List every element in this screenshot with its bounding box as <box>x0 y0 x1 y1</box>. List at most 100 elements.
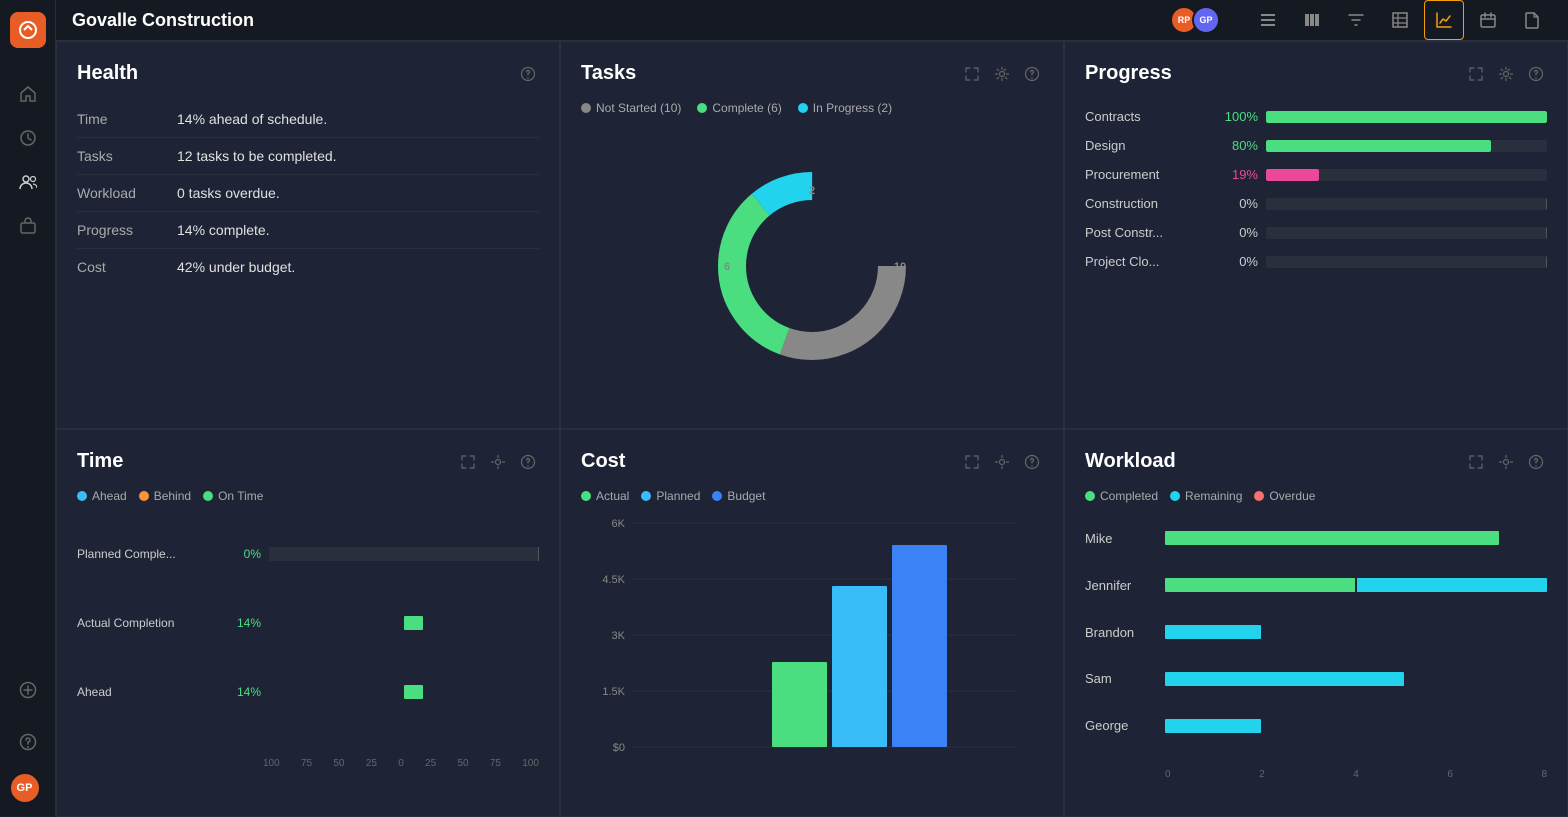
page-title: Govalle Construction <box>72 10 1164 31</box>
svg-text:10: 10 <box>894 261 906 273</box>
svg-text:1.5K: 1.5K <box>602 686 625 698</box>
legend-not-started: Not Started (10) <box>581 101 681 115</box>
health-header: Health <box>77 62 539 85</box>
legend-complete: Complete (6) <box>697 101 781 115</box>
time-chart: Planned Comple... 0% Actual Completion 1… <box>77 519 539 796</box>
workload-legend: Completed Remaining Overdue <box>1085 489 1547 503</box>
progress-rows: Contracts 100% Design 80% Procurement 19… <box>1085 101 1547 283</box>
avatar-gp[interactable]: GP <box>1192 6 1220 34</box>
sidebar-item-help[interactable] <box>10 724 46 760</box>
cost-chart: 6K 4.5K 3K 1.5K $0 <box>581 511 1043 796</box>
document-icon[interactable] <box>1512 0 1552 40</box>
sidebar-item-briefcase[interactable] <box>10 208 46 244</box>
toolbar <box>1248 0 1552 40</box>
cost-legend-planned: Planned <box>641 489 700 503</box>
tasks-donut-chart: 2 6 10 <box>581 123 1043 408</box>
sidebar-item-people[interactable] <box>10 164 46 200</box>
tasks-settings-icon[interactable] <box>991 63 1013 85</box>
progress-expand-icon[interactable] <box>1465 63 1487 85</box>
progress-panel: Progress Contracts 100% <box>1064 41 1568 429</box>
sidebar-item-history[interactable] <box>10 120 46 156</box>
health-row-progress: Progress 14% complete. <box>77 212 539 249</box>
svg-text:6: 6 <box>724 261 730 273</box>
time-settings-icon[interactable] <box>487 451 509 473</box>
workload-panel: Workload Completed <box>1064 429 1568 817</box>
sidebar: GP <box>0 0 56 816</box>
cost-settings-icon[interactable] <box>991 451 1013 473</box>
workload-expand-icon[interactable] <box>1465 451 1487 473</box>
time-row-actual: Actual Completion 14% <box>77 616 539 630</box>
time-legend: Ahead Behind On Time <box>77 489 539 503</box>
tasks-title: Tasks <box>581 62 636 85</box>
filter-icon[interactable] <box>1336 0 1376 40</box>
main-content: Govalle Construction RP GP <box>56 0 1568 816</box>
workload-legend-overdue: Overdue <box>1254 489 1315 503</box>
progress-post-constr: Post Constr... 0% <box>1085 225 1547 240</box>
tasks-help-icon[interactable] <box>1021 63 1043 85</box>
workload-legend-remaining: Remaining <box>1170 489 1242 503</box>
progress-settings-icon[interactable] <box>1495 63 1517 85</box>
time-help-icon[interactable] <box>517 451 539 473</box>
cost-legend-actual: Actual <box>581 489 629 503</box>
workload-help-icon[interactable] <box>1525 451 1547 473</box>
dashboard-icon[interactable] <box>1424 0 1464 40</box>
time-header: Time <box>77 450 539 473</box>
svg-text:3K: 3K <box>612 630 626 642</box>
cost-help-icon[interactable] <box>1021 451 1043 473</box>
legend-in-progress: In Progress (2) <box>798 101 892 115</box>
workload-mike: Mike <box>1085 531 1547 546</box>
cost-header: Cost <box>581 450 1043 473</box>
topbar: Govalle Construction RP GP <box>56 0 1568 41</box>
columns-view-icon[interactable] <box>1292 0 1332 40</box>
workload-george: George <box>1085 718 1547 733</box>
time-legend-ahead: Ahead <box>77 489 127 503</box>
health-help-icon[interactable] <box>517 63 539 85</box>
workload-sam: Sam <box>1085 671 1547 686</box>
progress-actions <box>1465 63 1547 85</box>
app-logo[interactable] <box>10 12 46 48</box>
workload-legend-completed: Completed <box>1085 489 1158 503</box>
svg-text:4.5K: 4.5K <box>602 574 625 586</box>
progress-procurement: Procurement 19% <box>1085 167 1547 182</box>
health-title: Health <box>77 62 138 85</box>
time-legend-on-time: On Time <box>203 489 263 503</box>
time-panel: Time Ahead <box>56 429 560 817</box>
health-row-cost: Cost 42% under budget. <box>77 249 539 285</box>
workload-actions <box>1465 451 1547 473</box>
svg-text:2: 2 <box>809 185 815 197</box>
workload-title: Workload <box>1085 450 1176 473</box>
tasks-expand-icon[interactable] <box>961 63 983 85</box>
time-row-ahead: Ahead 14% <box>77 685 539 699</box>
svg-text:6K: 6K <box>612 518 626 530</box>
dashboard-grid: Health Time 14% ahead of schedule. Tasks… <box>56 41 1568 817</box>
tasks-actions <box>961 63 1043 85</box>
time-row-planned: Planned Comple... 0% <box>77 547 539 561</box>
workload-settings-icon[interactable] <box>1495 451 1517 473</box>
health-row-tasks: Tasks 12 tasks to be completed. <box>77 138 539 175</box>
workload-header: Workload <box>1085 450 1547 473</box>
progress-construction: Construction 0% <box>1085 196 1547 211</box>
user-avatar[interactable]: GP <box>9 772 41 804</box>
health-table: Time 14% ahead of schedule. Tasks 12 tas… <box>77 101 539 285</box>
list-view-icon[interactable] <box>1248 0 1288 40</box>
health-row-time: Time 14% ahead of schedule. <box>77 101 539 138</box>
table-view-icon[interactable] <box>1380 0 1420 40</box>
cost-expand-icon[interactable] <box>961 451 983 473</box>
progress-project-close: Project Clo... 0% <box>1085 254 1547 269</box>
sidebar-item-home[interactable] <box>10 76 46 112</box>
time-actions <box>457 451 539 473</box>
time-expand-icon[interactable] <box>457 451 479 473</box>
health-actions <box>517 63 539 85</box>
cost-legend-budget: Budget <box>712 489 765 503</box>
tasks-legend: Not Started (10) Complete (6) In Progres… <box>581 101 1043 115</box>
health-panel: Health Time 14% ahead of schedule. Tasks… <box>56 41 560 429</box>
cost-panel: Cost Actual <box>560 429 1064 817</box>
svg-text:$0: $0 <box>613 742 625 754</box>
calendar-icon[interactable] <box>1468 0 1508 40</box>
sidebar-item-add[interactable] <box>10 672 46 708</box>
cost-actions <box>961 451 1043 473</box>
progress-help-icon[interactable] <box>1525 63 1547 85</box>
time-x-axis: 100 75 50 25 0 25 50 75 100 <box>77 758 539 769</box>
workload-jennifer: Jennifer <box>1085 578 1547 593</box>
progress-header: Progress <box>1085 62 1547 85</box>
